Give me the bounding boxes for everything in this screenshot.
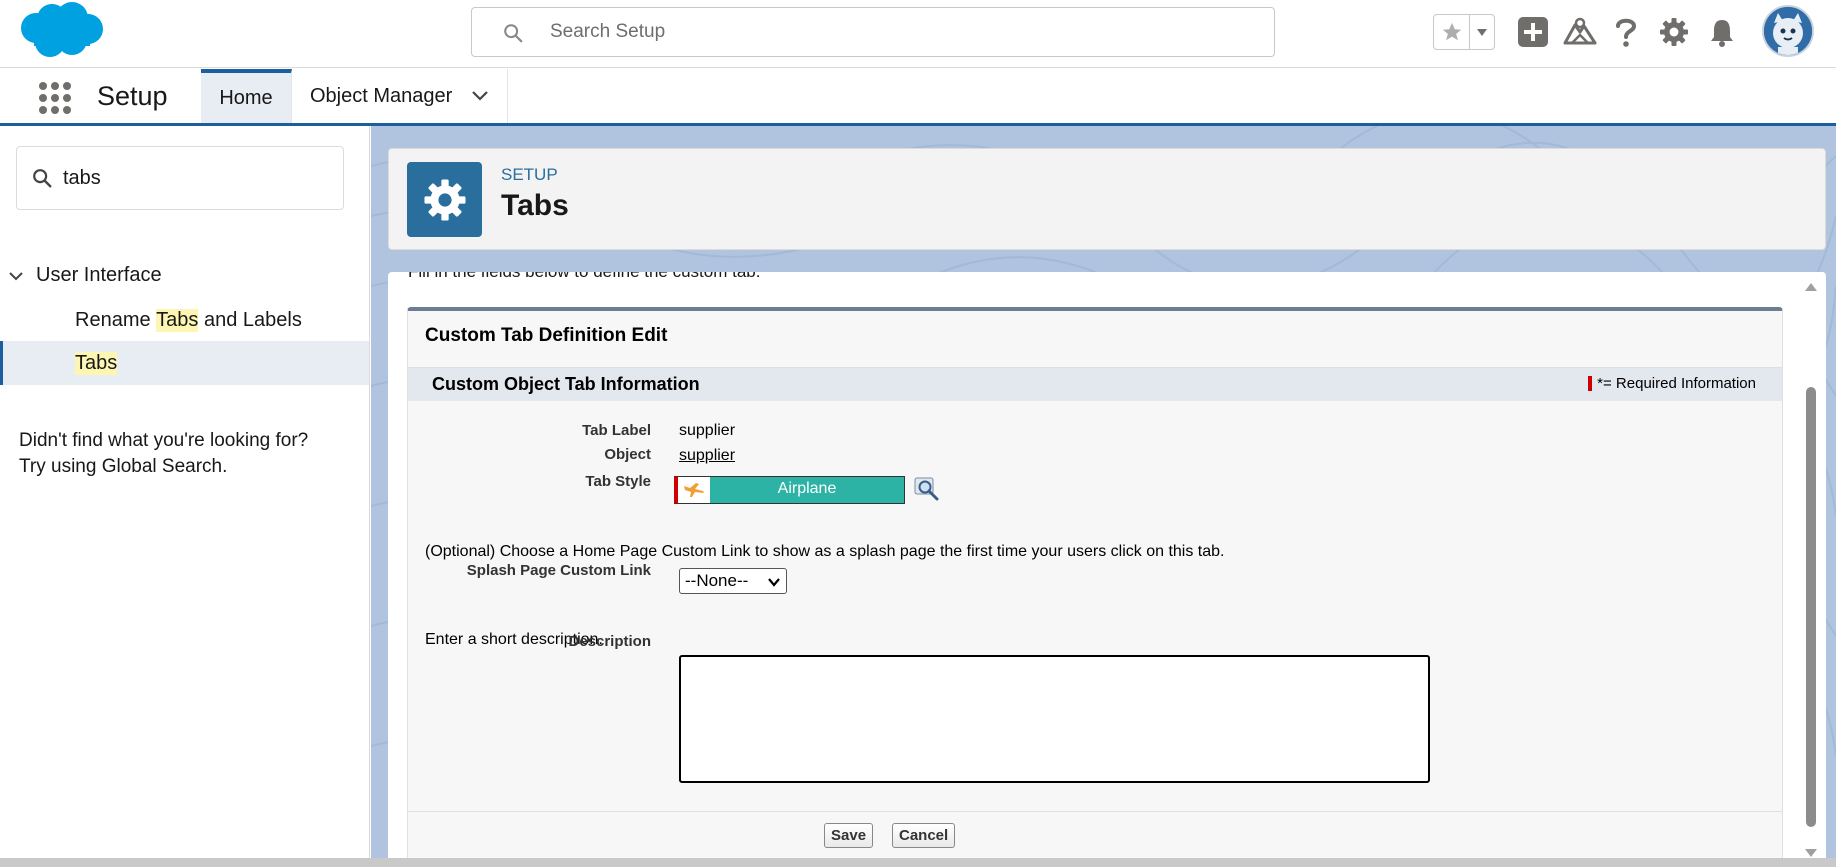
content-scrollbar[interactable] [1796,272,1826,867]
trailhead-icon [1563,17,1597,45]
favorites-dropdown-button[interactable] [1470,15,1494,49]
not-found-message: Didn't find what you're looking for? Try… [19,428,308,480]
scroll-down-icon[interactable] [1804,848,1818,858]
not-found-line-2: Try using Global Search. [19,456,228,477]
tab-style-field[interactable]: Airplane [674,476,905,504]
trailhead-guidance-button[interactable] [1562,14,1598,50]
search-input[interactable] [550,8,1250,56]
tab-style-swatch [678,477,710,503]
chevron-down-icon[interactable] [471,86,489,104]
user-avatar[interactable] [1762,5,1814,57]
required-legend: *= Required Information [1588,375,1756,392]
custom-tab-definition-panel: Custom Tab Definition Edit Custom Object… [407,307,1783,867]
sidebar-item-tabs[interactable]: Tabs [0,341,369,385]
splash-intro-text: (Optional) Choose a Home Page Custom Lin… [425,543,1225,560]
sidebar-item-label-suffix: and Labels [198,308,302,331]
notifications-button[interactable] [1704,14,1740,50]
context-bar: Setup Home Object Manager [0,69,1836,126]
help-button[interactable] [1608,14,1644,50]
chevron-down-icon [9,271,23,280]
airplane-icon [684,483,704,497]
save-button[interactable]: Save [824,823,874,848]
app-name: Setup [97,81,168,111]
main-content-area: SETUP Tabs Fill in the fields below to d… [371,126,1836,867]
splash-page-label: Splash Page Custom Link [466,562,651,579]
page-header: SETUP Tabs [388,148,1826,250]
search-icon [504,24,523,43]
quick-find[interactable] [16,146,344,210]
intro-text: Fill in the fields below to define the c… [408,272,760,282]
page-title: Tabs [501,189,569,222]
global-actions-button[interactable] [1515,14,1551,50]
tree-group-user-interface[interactable]: User Interface [8,264,162,287]
favorites-group [1433,14,1495,50]
not-found-line-1: Didn't find what you're looking for? [19,430,309,451]
sidebar-item-rename-tabs-and-labels[interactable]: Rename Tabs and Labels [0,298,369,342]
tab-label-value: supplier [679,422,736,439]
panel-title: Custom Tab Definition Edit [425,325,668,346]
search-icon [33,169,52,188]
search-highlight: Tabs [75,351,118,375]
search-highlight: Tabs [156,308,199,332]
bell-icon [1711,20,1733,47]
salesforce-logo[interactable] [16,0,106,64]
setup-sidebar: User Interface Rename Tabs and Labels Ta… [0,126,370,867]
setup-search[interactable] [471,7,1275,57]
setup-gear-badge [407,162,482,237]
chevron-down-icon [768,578,780,587]
setup-gear-button[interactable] [1656,14,1692,50]
gear-icon [423,178,466,221]
window-horizontal-scrollbar[interactable] [0,858,1836,867]
tab-style-name: Airplane [777,480,837,497]
description-textarea[interactable] [679,655,1430,783]
star-icon [1442,22,1461,41]
help-icon [1616,18,1637,47]
cancel-button[interactable]: Cancel [892,823,956,848]
caret-down-icon [1477,29,1487,36]
tree-group-label: User Interface [36,264,162,286]
favorite-star-button[interactable] [1434,15,1470,49]
tab-home[interactable]: Home [201,69,292,123]
object-link[interactable]: supplier [679,447,735,465]
required-marker [1588,376,1593,391]
scrollbar-thumb[interactable] [1806,387,1816,827]
sidebar-item-label-prefix: Rename [75,308,157,331]
tab-style-lookup-button[interactable] [914,477,940,503]
astro-avatar-icon [1764,7,1812,55]
global-header [0,0,1836,68]
add-icon [1518,17,1548,47]
description-label: Description [568,633,651,650]
tab-style-label: Tab Style [585,473,651,490]
tab-object-manager[interactable]: Object Manager [292,69,508,123]
page-eyebrow: SETUP [501,165,558,184]
tab-home-label: Home [219,86,273,109]
section-title: Custom Object Tab Information [432,374,700,394]
object-label: Object [604,446,651,463]
lookup-magnifier-icon [914,477,939,501]
tab-object-manager-label: Object Manager [310,84,453,107]
tab-edit-frame: Fill in the fields below to define the c… [388,272,1826,867]
splash-page-selected: --None-- [685,571,749,590]
quick-find-input[interactable] [63,147,333,209]
scroll-up-icon[interactable] [1804,282,1818,292]
app-launcher-icon[interactable] [38,81,72,115]
tab-label-label: Tab Label [582,422,651,439]
gear-icon [1660,18,1688,46]
section-header: Custom Object Tab Information *= Require… [408,367,1782,401]
splash-page-select[interactable]: --None-- [679,568,787,594]
required-note: *= Required Information [1597,375,1756,392]
